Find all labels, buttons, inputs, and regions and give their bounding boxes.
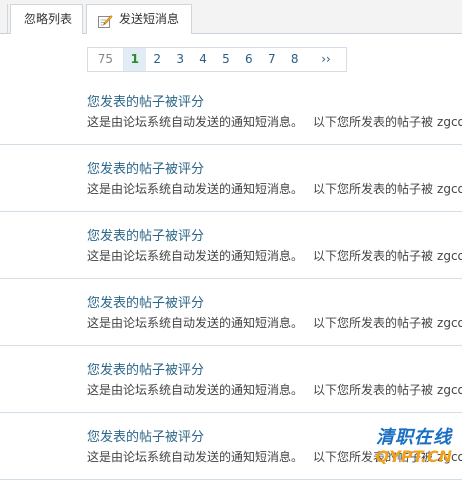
message-snippet: 这是由论坛系统自动发送的通知短消息。以下您所发表的帖子被zgcol bbox=[87, 247, 462, 264]
list-item: 您发表的帖子被评分 这是由论坛系统自动发送的通知短消息。 以下您所发表的帖子被 zg… bbox=[0, 413, 462, 480]
message-snippet-text-2: 以下您所发表的帖子被 bbox=[313, 316, 434, 330]
list-item: 您发表的帖子被评分 这是由论坛系统自动发送的通知短消息。 以下您所发表的帖子被 zg… bbox=[0, 279, 462, 346]
compose-message-icon bbox=[97, 11, 113, 28]
page-link-first[interactable]: 75 bbox=[88, 48, 124, 71]
message-title-link[interactable]: 您发表的帖子被评分 bbox=[87, 359, 204, 378]
page-link[interactable]: 7 bbox=[260, 48, 283, 71]
message-snippet-text: 这是由论坛系统自动发送的通知短消息。 bbox=[87, 249, 304, 263]
list-item: 您发表的帖子被评分 这是由论坛系统自动发送的通知短消息。 以下您所发表的帖子被 zg… bbox=[0, 346, 462, 413]
message-snippet-text-2: 以下您所发表的帖子被 bbox=[313, 115, 434, 129]
message-snippet-text: 这是由论坛系统自动发送的通知短消息。 bbox=[87, 450, 304, 464]
message-snippet: 这是由论坛系统自动发送的通知短消息。以下您所发表的帖子被zgcol bbox=[87, 314, 462, 331]
tab-ignore-list[interactable]: 忽略列表 bbox=[10, 4, 83, 34]
message-snippet-text: 这是由论坛系统自动发送的通知短消息。 bbox=[87, 182, 304, 196]
page-next-button[interactable]: ›› bbox=[306, 48, 346, 71]
list-item: 您发表的帖子被评分 这是由论坛系统自动发送的通知短消息。 以下您所发表的帖子被 zg… bbox=[0, 78, 462, 145]
message-snippet-text-2: 以下您所发表的帖子被 bbox=[313, 249, 434, 263]
message-snippet: 这是由论坛系统自动发送的通知短消息。以下您所发表的帖子被zgcol bbox=[87, 180, 462, 197]
message-snippet-text: 这是由论坛系统自动发送的通知短消息。 bbox=[87, 316, 304, 330]
page-link[interactable]: 8 bbox=[283, 48, 306, 71]
page-link[interactable]: 6 bbox=[237, 48, 260, 71]
message-snippet-text: 这是由论坛系统自动发送的通知短消息。 bbox=[87, 115, 304, 129]
message-list: 您发表的帖子被评分 这是由论坛系统自动发送的通知短消息。 以下您所发表的帖子被 zg… bbox=[0, 78, 462, 480]
message-snippet-user: zgcol bbox=[437, 182, 462, 196]
list-item: 您发表的帖子被评分 这是由论坛系统自动发送的通知短消息。 以下您所发表的帖子被 zg… bbox=[0, 145, 462, 212]
message-snippet-user: zgcol bbox=[437, 115, 462, 129]
tab-send-message-label: 发送短消息 bbox=[119, 12, 180, 26]
message-snippet: 这是由论坛系统自动发送的通知短消息。以下您所发表的帖子被zgcol bbox=[87, 381, 462, 398]
message-snippet-user: zgcol bbox=[437, 316, 462, 330]
message-snippet-text-2: 以下您所发表的帖子被 bbox=[313, 182, 434, 196]
message-snippet-text-2: 以下您所发表的帖子被 bbox=[313, 383, 434, 397]
message-snippet-user: zgcol bbox=[437, 383, 462, 397]
page-link[interactable]: 5 bbox=[215, 48, 238, 71]
message-snippet-text-2: 以下您所发表的帖子被 bbox=[313, 450, 434, 464]
list-item: 您发表的帖子被评分 这是由论坛系统自动发送的通知短消息。 以下您所发表的帖子被 zg… bbox=[0, 212, 462, 279]
page-link[interactable]: 4 bbox=[192, 48, 215, 71]
message-snippet-user: zgcol bbox=[437, 249, 462, 263]
page-link[interactable]: 3 bbox=[169, 48, 192, 71]
message-title-link[interactable]: 您发表的帖子被评分 bbox=[87, 91, 204, 110]
page-link[interactable]: 2 bbox=[146, 48, 169, 71]
message-title-link[interactable]: 您发表的帖子被评分 bbox=[87, 426, 204, 445]
page-current: 1 bbox=[123, 48, 146, 71]
message-snippet: 这是由论坛系统自动发送的通知短消息。以下您所发表的帖子被zgcol bbox=[87, 448, 462, 465]
message-snippet: 这是由论坛系统自动发送的通知短消息。以下您所发表的帖子被zgcol bbox=[87, 113, 462, 130]
message-title-link[interactable]: 您发表的帖子被评分 bbox=[87, 158, 204, 177]
pagination: 75 1 2 3 4 5 6 7 8 ›› bbox=[87, 47, 347, 72]
tab-send-message[interactable]: 发送短消息 bbox=[86, 4, 192, 34]
message-snippet-text: 这是由论坛系统自动发送的通知短消息。 bbox=[87, 383, 304, 397]
tab-edge bbox=[0, 4, 8, 34]
message-snippet-user: zgcol bbox=[437, 450, 462, 464]
message-title-link[interactable]: 您发表的帖子被评分 bbox=[87, 292, 204, 311]
message-title-link[interactable]: 您发表的帖子被评分 bbox=[87, 225, 204, 244]
tab-bar: 忽略列表 发送短消息 bbox=[0, 0, 462, 34]
tab-ignore-list-label: 忽略列表 bbox=[24, 12, 73, 26]
